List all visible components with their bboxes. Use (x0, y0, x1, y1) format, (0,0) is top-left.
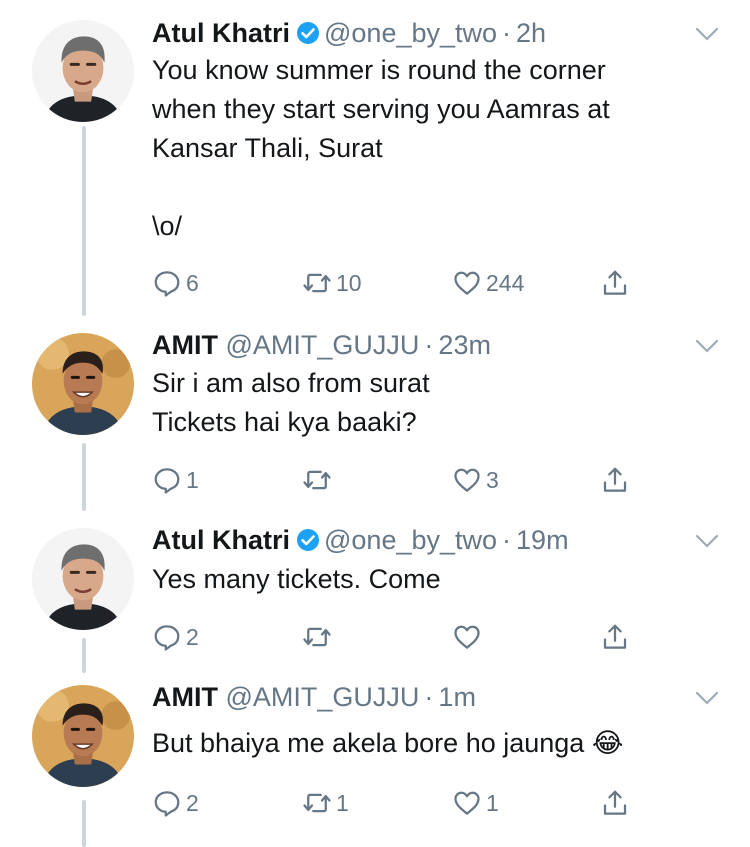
reply-icon (154, 791, 180, 817)
retweet-count: 10 (336, 269, 362, 296)
reply-button[interactable]: 1 (152, 463, 199, 497)
chevron-down-icon[interactable] (694, 338, 720, 354)
share-button[interactable] (600, 786, 630, 820)
handle[interactable]: @AMIT_GUJJU (226, 682, 420, 712)
reply-icon (154, 625, 180, 651)
reply-icon (154, 271, 180, 297)
like-icon (454, 271, 480, 295)
tweet-text-body: But bhaiya me akela bore ho jaunga (152, 728, 585, 758)
tweet-text: But bhaiya me akela bore ho jaunga 😂 (152, 724, 722, 763)
separator-dot: · (502, 525, 512, 555)
thread-line (82, 443, 86, 511)
display-name[interactable]: Atul Khatri (152, 525, 290, 555)
verified-badge-icon (297, 529, 319, 551)
display-name[interactable]: Atul Khatri (152, 18, 290, 48)
verified-badge-icon (297, 22, 319, 44)
retweet-button[interactable] (302, 463, 336, 497)
like-count: 244 (486, 269, 525, 296)
tweet-header: Atul Khatri @one_by_two · 19m (152, 523, 569, 557)
chevron-down-icon[interactable] (694, 26, 720, 42)
separator-dot: · (424, 330, 434, 360)
like-button[interactable]: 244 (452, 266, 524, 300)
timestamp[interactable]: 19m (516, 525, 569, 555)
tweet-text: Sir i am also from surat Tickets hai kya… (152, 368, 430, 437)
reply-count: 1 (186, 466, 199, 493)
tears-of-joy-emoji: 😂 (591, 728, 624, 758)
reply-icon (154, 468, 180, 494)
reply-button[interactable]: 2 (152, 786, 199, 820)
share-button[interactable] (600, 266, 630, 300)
like-button[interactable]: 3 (452, 463, 499, 497)
tweet-header: AMIT @AMIT_GUJJU · 23m (152, 328, 491, 362)
thread-line (82, 126, 86, 316)
display-name[interactable]: AMIT (152, 682, 218, 712)
tweet-text: You know summer is round the corner when… (152, 55, 610, 241)
retweet-icon (303, 273, 331, 293)
timestamp[interactable]: 23m (438, 330, 491, 360)
like-count: 1 (486, 789, 499, 816)
retweet-icon (303, 470, 331, 490)
like-icon (454, 468, 480, 492)
thread-line (82, 800, 86, 847)
tweet-header: Atul Khatri @one_by_two · 2h (152, 16, 546, 50)
retweet-button[interactable] (302, 620, 336, 654)
chevron-down-icon[interactable] (694, 533, 720, 549)
separator-dot: · (502, 18, 512, 48)
share-icon (603, 624, 627, 649)
handle[interactable]: @one_by_two (324, 525, 497, 555)
share-icon (603, 790, 627, 815)
like-count: 3 (486, 466, 499, 493)
handle[interactable]: @one_by_two (324, 18, 497, 48)
like-icon (454, 625, 480, 649)
tweet-text: Yes many tickets. Come (152, 564, 441, 594)
retweet-button[interactable]: 1 (302, 786, 349, 820)
chevron-down-icon[interactable] (694, 690, 720, 706)
reply-count: 6 (186, 269, 199, 296)
share-button[interactable] (600, 620, 630, 654)
reply-count: 2 (186, 623, 199, 650)
display-name[interactable]: AMIT (152, 330, 218, 360)
separator-dot: · (424, 682, 434, 712)
reply-button[interactable]: 2 (152, 620, 199, 654)
handle[interactable]: @AMIT_GUJJU (226, 330, 420, 360)
retweet-button[interactable]: 10 (302, 266, 362, 300)
retweet-icon (303, 793, 331, 813)
reply-count: 2 (186, 789, 199, 816)
like-icon (454, 791, 480, 815)
like-button[interactable] (452, 620, 486, 654)
timestamp[interactable]: 2h (516, 18, 546, 48)
like-button[interactable]: 1 (452, 786, 499, 820)
avatar[interactable] (32, 528, 134, 630)
share-icon (603, 270, 627, 295)
retweet-count: 1 (336, 789, 349, 816)
retweet-icon (303, 627, 331, 647)
tweet-header: AMIT @AMIT_GUJJU · 1m (152, 680, 476, 714)
avatar[interactable] (32, 20, 134, 122)
avatar[interactable] (32, 333, 134, 435)
timestamp[interactable]: 1m (438, 682, 476, 712)
share-icon (603, 467, 627, 492)
thread-line (82, 638, 86, 673)
avatar[interactable] (32, 685, 134, 787)
share-button[interactable] (600, 463, 630, 497)
reply-button[interactable]: 6 (152, 266, 199, 300)
